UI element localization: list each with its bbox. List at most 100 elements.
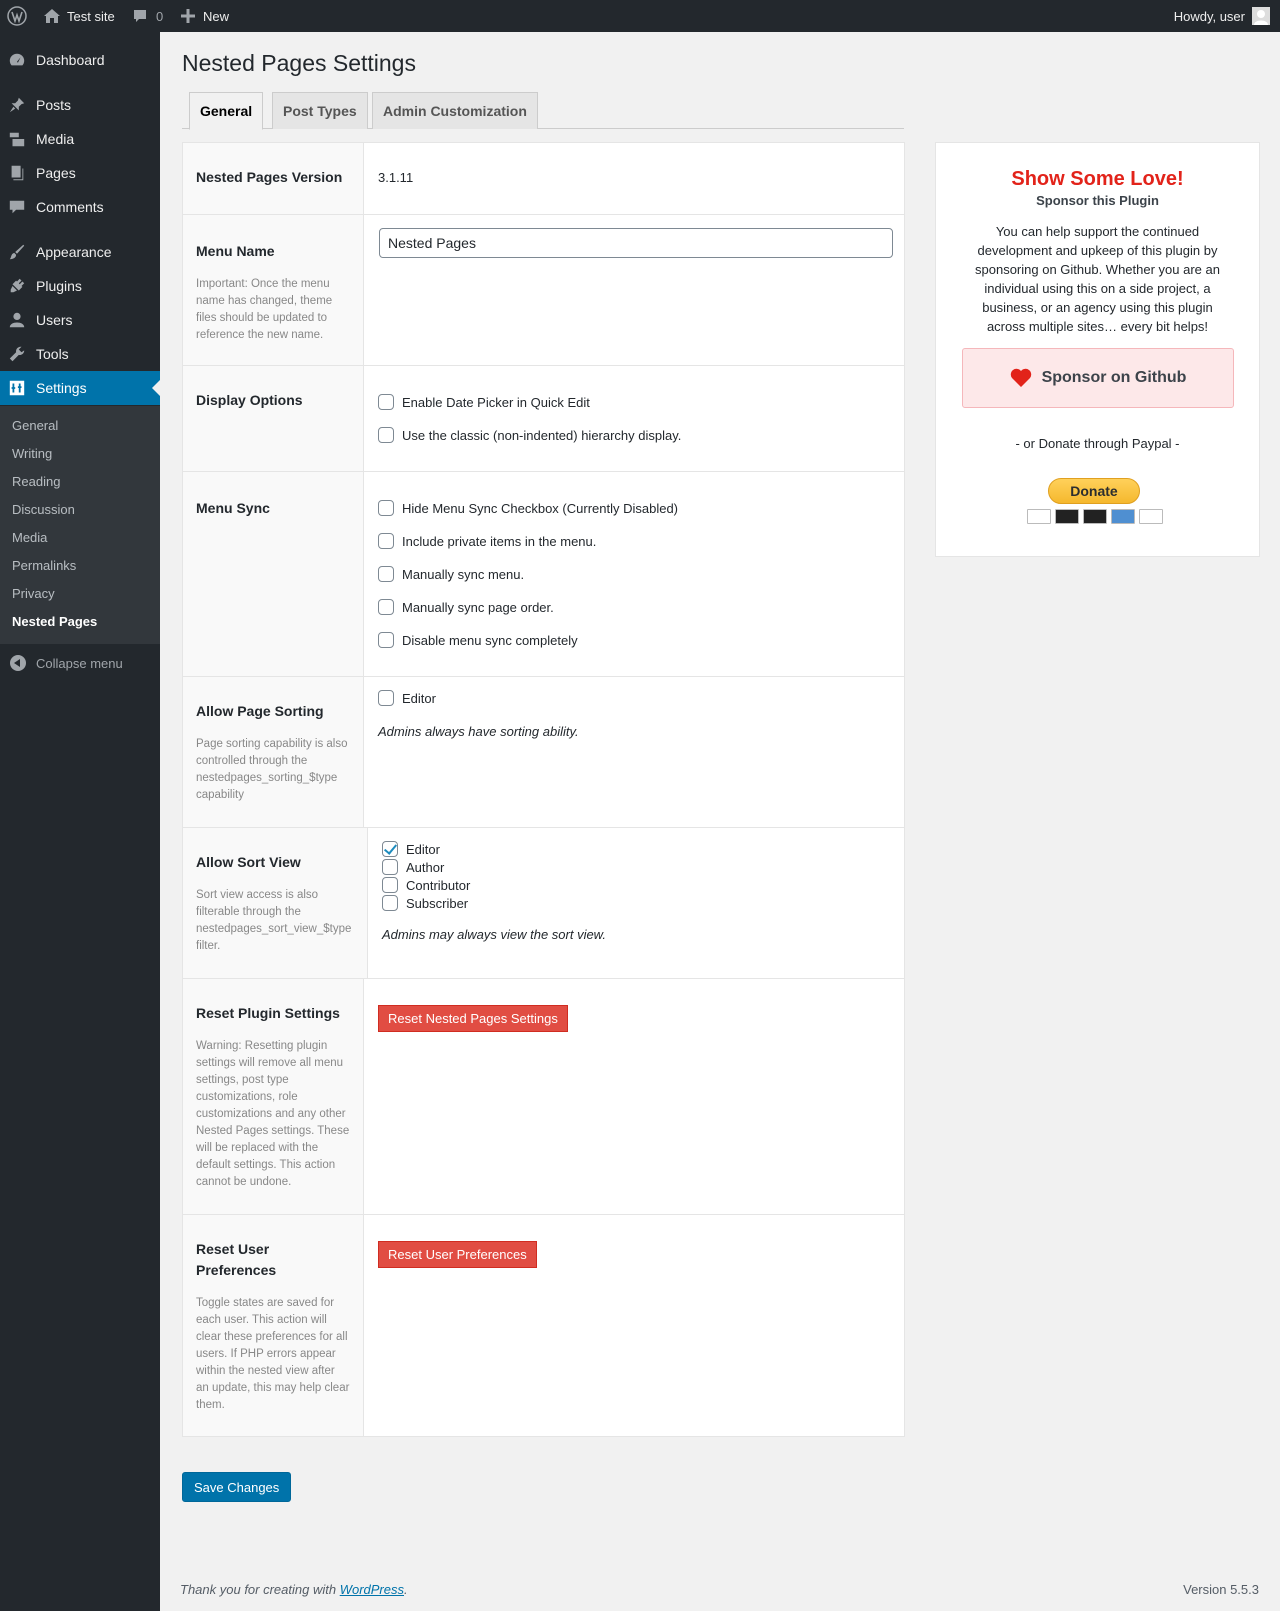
sponsor-subtitle: Sponsor this Plugin xyxy=(1036,193,1159,208)
classic-display-checkbox[interactable] xyxy=(378,427,394,443)
amex-icon xyxy=(1111,509,1135,524)
sort-view-editor-checkbox[interactable] xyxy=(382,841,398,857)
sponsor-text: You can help support the continued devel… xyxy=(975,224,1220,334)
disable-sync-checkbox[interactable] xyxy=(378,632,394,648)
date-picker-checkbox[interactable] xyxy=(378,394,394,410)
sort-view-label: Allow Sort View xyxy=(196,854,301,870)
comments-link[interactable]: 0 xyxy=(132,0,163,32)
hide-sync-checkbox[interactable] xyxy=(378,500,394,516)
reset-user-button[interactable]: Reset User Preferences xyxy=(378,1241,537,1268)
settings-tabs: General Post Types Admin Customization xyxy=(182,92,904,130)
submenu-privacy[interactable]: Privacy xyxy=(12,586,55,601)
menu-media[interactable]: Media xyxy=(0,122,160,156)
howdy-text: Howdy, user xyxy=(1173,8,1245,24)
discover-icon xyxy=(1139,509,1163,524)
footer-version: Version 5.5.3 xyxy=(1183,1582,1259,1597)
payment-cards xyxy=(1027,509,1163,525)
manual-sync-order-checkbox[interactable] xyxy=(378,599,394,615)
menu-sync-label: Menu Sync xyxy=(196,500,270,516)
site-name-link[interactable]: Test site xyxy=(43,0,115,32)
sort-view-subscriber-checkbox[interactable] xyxy=(382,895,398,911)
menu-plugins[interactable]: Plugins xyxy=(0,269,160,303)
menu-comments[interactable]: Comments xyxy=(0,190,160,224)
avatar xyxy=(1252,7,1270,25)
pages-icon xyxy=(0,156,36,190)
menu-name-input[interactable]: Nested Pages xyxy=(379,228,893,258)
sort-view-subscriber-option[interactable]: Subscriber xyxy=(382,895,468,911)
tab-general[interactable]: General xyxy=(189,92,264,130)
private-items-checkbox[interactable] xyxy=(378,533,394,549)
manual-sync-order-option[interactable]: Manually sync page order. xyxy=(378,599,554,615)
sponsor-title: Show Some Love! xyxy=(1011,168,1184,190)
sort-view-author-option[interactable]: Author xyxy=(382,859,444,875)
classic-display-option[interactable]: Use the classic (non-indented) hierarchy… xyxy=(378,427,681,443)
comments-count: 0 xyxy=(156,8,164,24)
row-reset-user: Reset User Preferences Toggle states are… xyxy=(183,1214,904,1436)
menu-settings[interactable]: Settings xyxy=(0,371,160,405)
new-content-link[interactable]: New xyxy=(181,0,229,32)
hide-sync-option[interactable]: Hide Menu Sync Checkbox (Currently Disab… xyxy=(378,500,678,516)
submenu-nested-pages[interactable]: Nested Pages xyxy=(12,614,97,629)
sponsor-github-button[interactable]: Sponsor on Github xyxy=(962,348,1234,408)
manual-sync-menu-option[interactable]: Manually sync menu. xyxy=(378,566,524,582)
wrench-icon xyxy=(0,337,36,371)
paypal-donate-button[interactable]: Donate xyxy=(1048,478,1140,504)
brush-icon xyxy=(0,235,36,269)
sponsor-box: Show Some Love! Sponsor this Plugin You … xyxy=(935,142,1260,557)
tab-admin-customization[interactable]: Admin Customization xyxy=(372,92,538,129)
collapse-menu-button[interactable]: Collapse menu xyxy=(0,646,160,680)
reset-user-description: Toggle states are saved for each user. T… xyxy=(196,1297,350,1411)
manual-sync-menu-checkbox[interactable] xyxy=(378,566,394,582)
disable-sync-option[interactable]: Disable menu sync completely xyxy=(378,632,578,648)
sorting-editor-option[interactable]: Editor xyxy=(378,690,436,706)
private-items-option[interactable]: Include private items in the menu. xyxy=(378,533,596,549)
menu-name-description: Important: Once the menu name has change… xyxy=(196,278,333,341)
wordpress-logo-icon[interactable] xyxy=(7,0,27,32)
submenu-media[interactable]: Media xyxy=(12,530,47,545)
collapse-arrow-icon xyxy=(10,655,26,671)
menu-appearance[interactable]: Appearance xyxy=(0,235,160,269)
submenu-writing[interactable]: Writing xyxy=(12,446,52,461)
menu-pages[interactable]: Pages xyxy=(0,156,160,190)
submenu-reading[interactable]: Reading xyxy=(12,474,60,489)
row-menu-sync: Menu Sync Hide Menu Sync Checkbox (Curre… xyxy=(183,471,904,676)
user-icon xyxy=(0,303,36,337)
page-sorting-description: Page sorting capability is also controll… xyxy=(196,738,348,801)
new-label: New xyxy=(203,8,230,24)
submenu-general[interactable]: General xyxy=(12,418,58,433)
menu-posts[interactable]: Posts xyxy=(0,88,160,122)
comment-icon xyxy=(0,190,36,224)
submenu-discussion[interactable]: Discussion xyxy=(12,502,75,517)
wordpress-link[interactable]: WordPress xyxy=(340,1582,404,1597)
paypal-text: - or Donate through Paypal - xyxy=(1015,436,1180,451)
sort-view-contributor-checkbox[interactable] xyxy=(382,877,398,893)
media-icon xyxy=(0,122,36,156)
submenu-permalinks[interactable]: Permalinks xyxy=(12,558,76,573)
sort-view-contributor-option[interactable]: Contributor xyxy=(382,877,470,893)
sort-view-description: Sort view access is also filterable thro… xyxy=(196,889,352,952)
menu-dashboard[interactable]: Dashboard xyxy=(0,43,160,77)
pin-icon xyxy=(0,88,36,122)
sort-view-author-checkbox[interactable] xyxy=(382,859,398,875)
sorting-editor-checkbox[interactable] xyxy=(378,690,394,706)
comment-bubble-icon xyxy=(132,8,148,24)
row-sort-view: Allow Sort View Sort view access is also… xyxy=(183,827,904,978)
maestro-icon xyxy=(1083,509,1107,524)
heart-icon xyxy=(1010,368,1042,388)
save-changes-button[interactable]: Save Changes xyxy=(182,1472,292,1502)
menu-tools[interactable]: Tools xyxy=(0,337,160,371)
page-title: Nested Pages Settings xyxy=(182,50,416,76)
sort-view-editor-option[interactable]: Editor xyxy=(382,841,440,857)
site-name: Test site xyxy=(67,8,115,24)
reset-plugin-button[interactable]: Reset Nested Pages Settings xyxy=(378,1005,568,1032)
dashboard-icon xyxy=(0,43,36,77)
tab-post-types[interactable]: Post Types xyxy=(272,92,368,129)
mastercard-icon xyxy=(1055,509,1079,524)
my-account-link[interactable]: Howdy, user xyxy=(1174,0,1270,32)
row-reset-plugin: Reset Plugin Settings Warning: Resetting… xyxy=(183,978,904,1214)
visa-icon xyxy=(1027,509,1051,524)
reset-plugin-description: Warning: Resetting plugin settings will … xyxy=(196,1040,350,1188)
date-picker-option[interactable]: Enable Date Picker in Quick Edit xyxy=(378,394,590,410)
display-options-label: Display Options xyxy=(196,392,303,408)
menu-users[interactable]: Users xyxy=(0,303,160,337)
